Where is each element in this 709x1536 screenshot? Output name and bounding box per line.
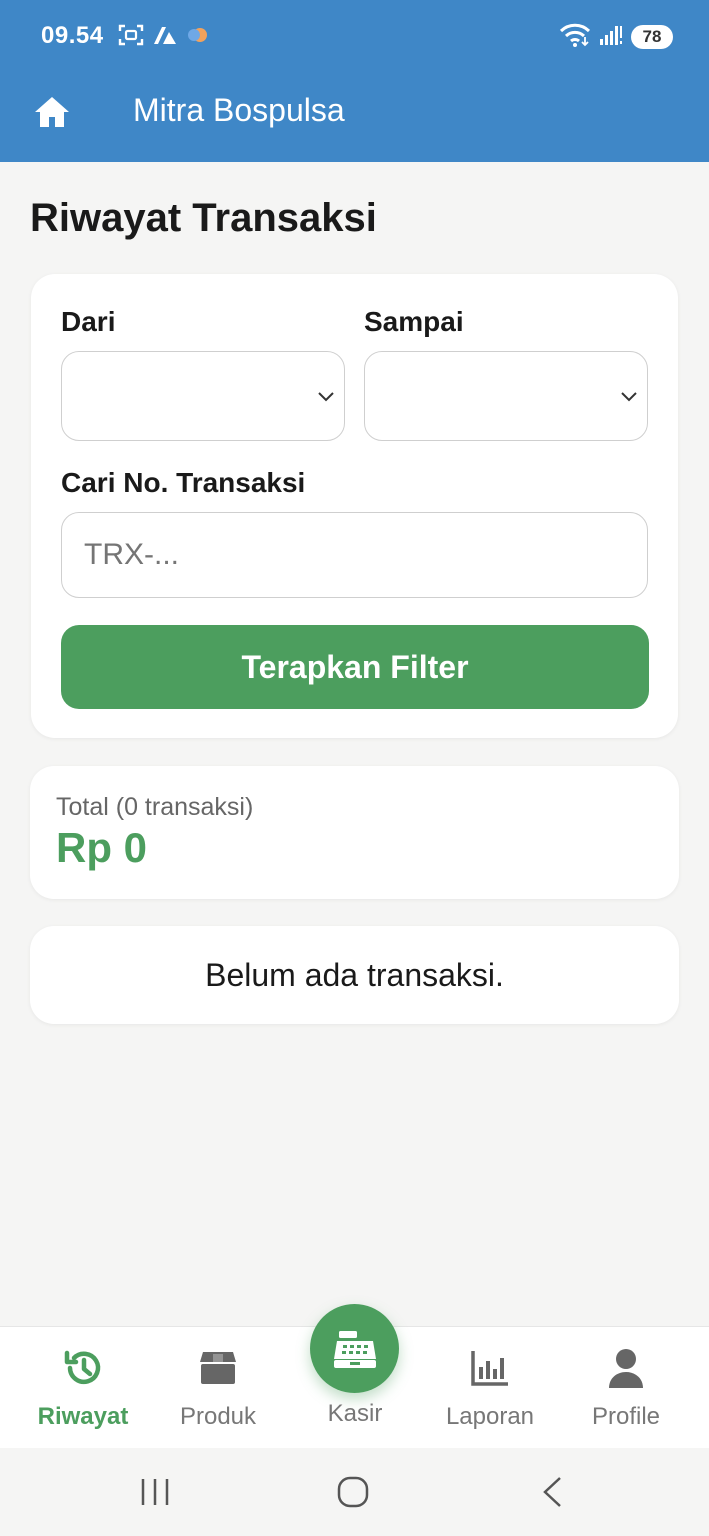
bar-chart-icon — [470, 1347, 510, 1389]
recent-apps-button[interactable] — [140, 1476, 170, 1508]
filter-card: Dari Sampai Cari No. Transaksi Terapkan … — [31, 274, 678, 738]
home-icon — [35, 97, 69, 127]
apply-filter-button[interactable]: Terapkan Filter — [61, 625, 649, 709]
screenshot-icon — [118, 23, 144, 52]
page-title: Riwayat Transaksi — [30, 196, 377, 240]
box-icon — [199, 1347, 237, 1389]
status-bar: 09.54 78 — [0, 0, 709, 76]
kasir-button[interactable] — [310, 1304, 399, 1393]
nav-label-profile: Profile — [591, 1403, 661, 1430]
status-system-icons: 78 — [559, 22, 673, 52]
nav-item-riwayat[interactable]: Riwayat — [13, 1327, 153, 1449]
app-bar: 09.54 78 Mitra Bospulsa — [0, 0, 709, 162]
total-summary-card: Total (0 transaksi) Rp 0 — [30, 766, 679, 899]
total-value: Rp 0 — [56, 824, 148, 871]
nav-label-kasir: Kasir — [327, 1400, 383, 1427]
home-circle-icon — [337, 1476, 369, 1508]
search-transaction-input[interactable] — [61, 512, 648, 598]
chevron-down-icon — [318, 392, 334, 402]
nav-label-riwayat: Riwayat — [37, 1403, 129, 1430]
total-label: Total (0 transaksi) — [56, 793, 254, 821]
nav-item-laporan[interactable]: Laporan — [420, 1327, 560, 1449]
app-title: Mitra Bospulsa — [133, 92, 345, 128]
nav-item-produk[interactable]: Produk — [148, 1327, 288, 1449]
back-arrow-icon — [543, 1477, 561, 1507]
signal-icon — [599, 23, 623, 52]
app-logo-icon — [152, 24, 178, 51]
home-system-button[interactable] — [337, 1476, 369, 1508]
recent-apps-icon — [141, 1479, 169, 1505]
nav-label-laporan: Laporan — [445, 1403, 535, 1430]
empty-state-message: Belum ada transaksi. — [205, 956, 504, 993]
status-time: 09.54 — [41, 22, 104, 49]
wifi-icon — [559, 22, 591, 53]
chevron-down-icon — [621, 392, 637, 402]
from-date-select[interactable] — [61, 351, 345, 441]
home-button[interactable] — [30, 90, 74, 134]
status-notification-icons — [118, 22, 212, 52]
user-icon — [607, 1347, 645, 1389]
to-date-label: Sampai — [364, 306, 464, 337]
nav-label-produk: Produk — [179, 1403, 257, 1430]
empty-state-card: Belum ada transaksi. — [30, 926, 679, 1024]
search-label: Cari No. Transaksi — [61, 467, 306, 498]
to-date-select[interactable] — [364, 351, 648, 441]
nav-item-profile[interactable]: Profile — [556, 1327, 696, 1449]
system-navigation-bar — [0, 1448, 709, 1536]
cash-register-icon — [333, 1330, 376, 1368]
back-button[interactable] — [541, 1476, 563, 1508]
from-date-label: Dari — [61, 306, 116, 337]
app-dots-icon — [186, 25, 212, 50]
battery-indicator: 78 — [631, 25, 673, 49]
history-icon — [62, 1347, 104, 1389]
